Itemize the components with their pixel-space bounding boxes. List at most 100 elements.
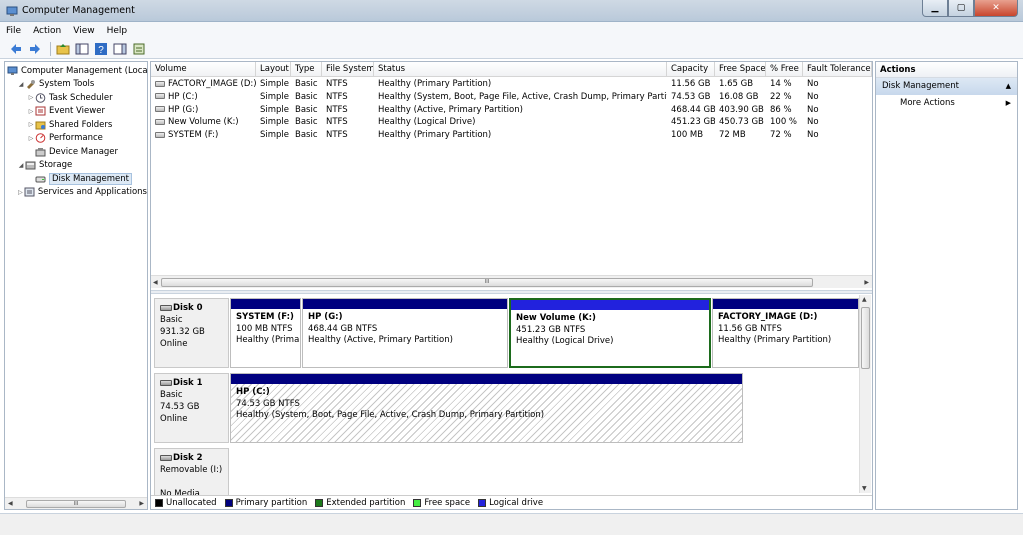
minimize-button[interactable]: ▁ [922,0,948,17]
disk-view-vertical-scrollbar[interactable]: ▲ ▼ [859,295,871,493]
console-tree: Computer Management (Local ◢ System Tools ▷… [5,64,147,199]
scroll-left-icon[interactable]: ◀ [153,279,158,286]
column-header--free[interactable]: % Free [766,62,803,77]
computer-management-icon [6,5,18,17]
scrollbar-thumb[interactable]: III [161,277,813,287]
cell-text: NTFS [326,104,348,115]
expander-icon[interactable]: ◢ [17,162,25,169]
disk-icon [160,379,172,386]
menu-file[interactable]: File [6,26,21,36]
tree-item-device-manager[interactable]: Device Manager [5,145,147,159]
column-header-layout[interactable]: Layout [256,62,291,77]
tree-horizontal-scrollbar[interactable]: ◀ III ▶ [5,497,147,509]
cell-text: NTFS [326,91,348,102]
cell-text: NTFS [326,117,348,128]
partition-name: HP (G:) [308,312,343,322]
show-hide-tree-button[interactable] [74,42,89,56]
scroll-right-icon[interactable]: ▶ [864,279,869,286]
partition-name: FACTORY_IMAGE (D:) [718,312,818,322]
legend-swatch [224,498,233,507]
column-header-status[interactable]: Status [374,62,667,77]
tree-item-services-and-applications[interactable]: ▷ Services and Applications [5,186,147,200]
partition-block[interactable]: New Volume (K:) 451.23 GB NTFS Healthy (Lo… [509,298,711,368]
legend-swatch [315,498,324,507]
disk-label[interactable]: Disk 2 Removable (I:) No Media [154,448,229,499]
performance-icon [35,133,46,144]
tree-item-storage[interactable]: ◢ Storage [5,159,147,173]
menu-action[interactable]: Action [33,26,61,36]
table-cell: 451.23 GB [667,116,715,129]
scroll-left-icon[interactable]: ◀ [8,500,13,507]
back-button[interactable] [8,42,23,56]
more-actions-item[interactable]: More Actions ▶ [876,95,1017,111]
scrollbar-thumb[interactable]: III [26,499,126,508]
expander-icon[interactable]: ▷ [27,108,35,115]
tree-item-system-tools[interactable]: ◢ System Tools [5,78,147,92]
table-row[interactable]: HP (C:) Simple Basic NTFS Healthy (System, B… [151,91,872,104]
expander-icon[interactable]: ▷ [17,189,24,196]
disk-label[interactable]: Disk 0 Basic 931.32 GB Online [154,298,229,368]
tree-item-performance[interactable]: ▷ Performance [5,132,147,146]
column-header-volume[interactable]: Volume [151,62,256,77]
legend-item-logical-drive: Logical drive [478,498,543,508]
table-row[interactable]: HP (G:) Simple Basic NTFS Healthy (Active, P… [151,104,872,117]
maximize-icon: ▢ [956,3,966,13]
partition-block[interactable]: FACTORY_IMAGE (D:) 11.56 GB NTFS Healthy (… [712,298,859,368]
tree-item-computer-management-local[interactable]: Computer Management (Local [5,64,147,78]
table-cell: Basic [291,78,322,91]
cell-text: Healthy (Primary Partition) [378,79,492,89]
expander-icon[interactable]: ▷ [27,135,35,142]
pane-splitter[interactable] [151,290,872,294]
tree-item-label: System Tools [39,79,95,90]
scroll-right-icon[interactable]: ▶ [139,500,144,507]
table-cell: Healthy (Primary Partition) [374,78,667,91]
table-cell: Simple [256,116,291,129]
table-cell: New Volume (K:) [151,116,256,129]
column-header-capacity[interactable]: Capacity [667,62,715,77]
cell-text: Simple [260,130,290,141]
menu-help[interactable]: Help [107,26,128,36]
expander-icon[interactable]: ◢ [17,81,25,88]
disk-properties-button[interactable] [131,42,146,56]
column-header-type[interactable]: Type [291,62,322,77]
table-cell: 22 % [766,91,803,104]
collapse-arrow-icon[interactable]: ▲ [1006,78,1011,95]
table-row[interactable]: FACTORY_IMAGE (D:) Simple Basic NTFS Healthy… [151,78,872,91]
table-row[interactable]: SYSTEM (F:) Simple Basic NTFS Healthy (Prima… [151,129,872,142]
expander-icon[interactable]: ▷ [27,121,35,128]
legend-swatch [155,498,163,507]
actions-section-disk-management[interactable]: Disk Management ▲ [876,78,1017,95]
table-cell: Simple [256,91,291,104]
column-header-free-space[interactable]: Free Space [715,62,766,77]
cell-text: 100 % [770,117,798,128]
partition-block[interactable]: HP (G:) 468.44 GB NTFS Healthy (Active, Pr… [302,298,508,368]
show-hide-action-pane-button[interactable] [112,42,127,56]
maximize-button[interactable]: ▢ [948,0,974,17]
scrollbar-thumb[interactable] [861,307,870,369]
close-button[interactable]: ✕ [974,0,1018,17]
help-button[interactable]: ? [93,42,108,56]
cell-text: HP (G:) [168,104,199,115]
tree-item-event-viewer[interactable]: ▷ Event Viewer [5,105,147,119]
table-row[interactable]: New Volume (K:) Simple Basic NTFS Healthy (L… [151,116,872,129]
title-bar[interactable]: Computer Management ▁ ▢ ✕ [0,0,1023,22]
volume-list-horizontal-scrollbar[interactable]: ◀ III ▶ [151,275,872,288]
tree-item-shared-folders[interactable]: ▷ Shared Folders [5,118,147,132]
column-header-fault-tolerance[interactable]: Fault Tolerance [803,62,872,77]
legend-label: Logical drive [489,497,544,508]
scroll-up-icon[interactable]: ▲ [862,296,867,303]
tree-item-task-scheduler[interactable]: ▷ Task Scheduler [5,91,147,105]
partition-block[interactable]: HP (C:) 74.53 GB NTFS Healthy (System, Boo… [230,373,743,443]
tree-item-disk-management[interactable]: Disk Management [5,172,147,186]
forward-button[interactable] [27,42,42,56]
expander-icon[interactable]: ▷ [27,94,35,101]
console-tree-pane: Computer Management (Local ◢ System Tools ▷… [4,61,148,510]
partition-type-bar [231,299,300,309]
scroll-down-icon[interactable]: ▼ [862,485,867,492]
disk-state: Online [160,339,188,349]
partition-block[interactable]: SYSTEM (F:) 100 MB NTFS Healthy (Prima [230,298,301,368]
disk-label[interactable]: Disk 1 Basic 74.53 GB Online [154,373,229,443]
up-folder-button[interactable] [55,42,70,56]
column-header-file-system[interactable]: File System [322,62,374,77]
menu-view[interactable]: View [73,26,94,36]
